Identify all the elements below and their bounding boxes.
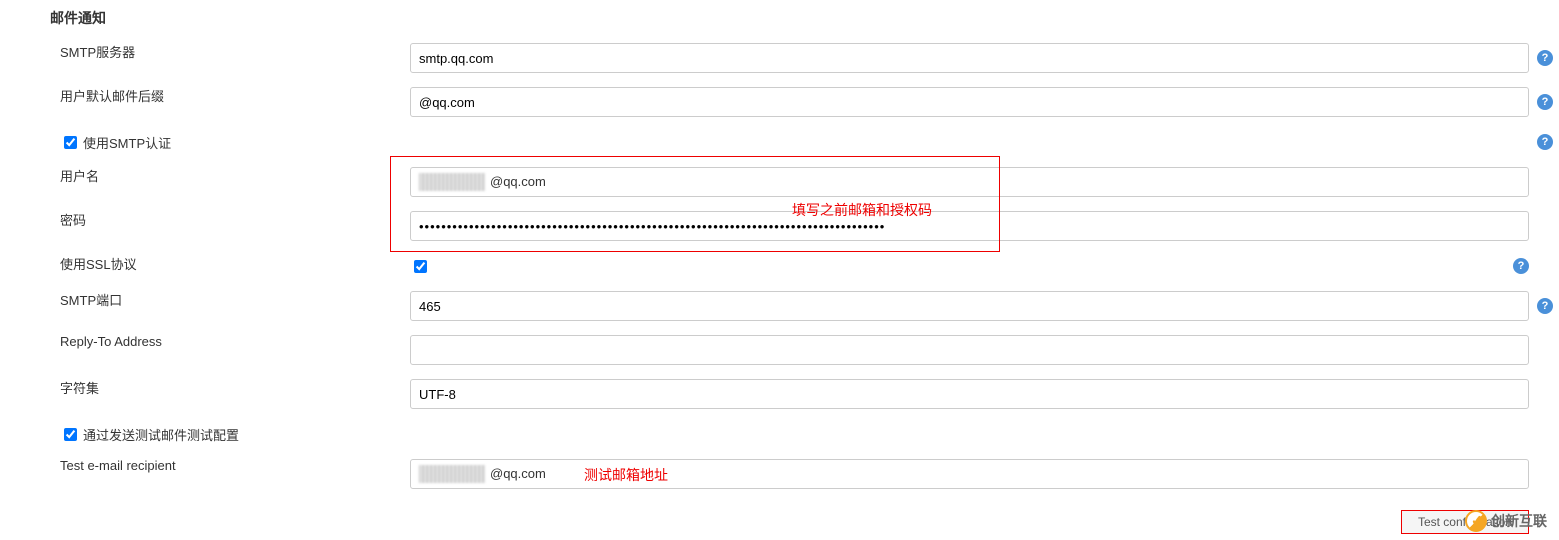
help-icon[interactable]: ? bbox=[1537, 298, 1553, 314]
help-icon[interactable]: ? bbox=[1513, 258, 1529, 274]
label-username: 用户名 bbox=[0, 160, 410, 185]
row-default-suffix: 用户默认邮件后缀 ? bbox=[0, 80, 1559, 124]
row-test-recipient: Test e-mail recipient @qq.com 测试邮箱地址 bbox=[0, 452, 1559, 496]
label-test-recipient: Test e-mail recipient bbox=[0, 452, 410, 473]
input-reply-to[interactable] bbox=[410, 335, 1529, 365]
section-title: 邮件通知 bbox=[0, 0, 1559, 36]
checkbox-use-smtp-auth[interactable] bbox=[64, 136, 77, 149]
row-use-ssl: 使用SSL协议 ? bbox=[0, 248, 1559, 284]
input-test-recipient[interactable] bbox=[410, 459, 1529, 489]
row-test-button: Test configuration bbox=[0, 496, 1559, 534]
checkbox-use-ssl[interactable] bbox=[414, 260, 427, 273]
label-default-suffix: 用户默认邮件后缀 bbox=[0, 80, 410, 105]
label-test-config: 通过发送测试邮件测试配置 bbox=[83, 425, 239, 444]
email-notification-form: 邮件通知 SMTP服务器 ? 用户默认邮件后缀 ? 使用SMTP认证 ? 填写之… bbox=[0, 0, 1559, 534]
input-username[interactable] bbox=[410, 167, 1529, 197]
row-reply-to: Reply-To Address bbox=[0, 328, 1559, 372]
checkbox-test-config[interactable] bbox=[64, 428, 77, 441]
label-smtp-server: SMTP服务器 bbox=[0, 36, 410, 61]
row-password: 密码 bbox=[0, 204, 1559, 248]
label-smtp-port: SMTP端口 bbox=[0, 284, 410, 309]
watermark-icon bbox=[1465, 510, 1487, 532]
row-use-smtp-auth: 使用SMTP认证 ? bbox=[0, 124, 1559, 160]
help-icon[interactable]: ? bbox=[1537, 134, 1553, 150]
row-smtp-server: SMTP服务器 ? bbox=[0, 36, 1559, 80]
label-password: 密码 bbox=[0, 204, 410, 229]
input-smtp-server[interactable] bbox=[410, 43, 1529, 73]
row-smtp-port: SMTP端口 ? bbox=[0, 284, 1559, 328]
help-icon[interactable]: ? bbox=[1537, 50, 1553, 66]
label-reply-to: Reply-To Address bbox=[0, 328, 410, 349]
row-username: 用户名 @qq.com bbox=[0, 160, 1559, 204]
watermark-text: 创新互联 bbox=[1491, 511, 1547, 531]
label-use-ssl: 使用SSL协议 bbox=[0, 248, 410, 273]
row-test-config: 通过发送测试邮件测试配置 bbox=[0, 416, 1559, 452]
input-default-suffix[interactable] bbox=[410, 87, 1529, 117]
help-icon[interactable]: ? bbox=[1537, 94, 1553, 110]
row-charset: 字符集 bbox=[0, 372, 1559, 416]
input-charset[interactable] bbox=[410, 379, 1529, 409]
label-use-smtp-auth: 使用SMTP认证 bbox=[83, 133, 171, 152]
input-smtp-port[interactable] bbox=[410, 291, 1529, 321]
input-password[interactable] bbox=[410, 211, 1529, 241]
auth-fields-group: 填写之前邮箱和授权码 用户名 @qq.com 密码 bbox=[0, 160, 1559, 248]
watermark: 创新互联 bbox=[1465, 510, 1547, 532]
label-charset: 字符集 bbox=[0, 372, 410, 397]
